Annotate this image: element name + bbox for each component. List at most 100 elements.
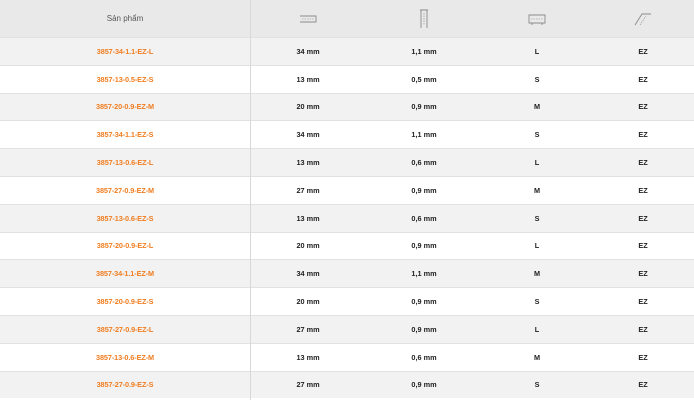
- product-link[interactable]: 3857-27-0.9-EZ-L: [97, 325, 154, 334]
- width-value-cell: 13 mm: [250, 66, 366, 93]
- width-value-cell: 34 mm: [250, 260, 366, 287]
- size-value: L: [534, 158, 540, 168]
- width-value: 20 mm: [296, 241, 320, 251]
- product-link[interactable]: 3857-13-0.6-EZ-S: [97, 214, 154, 223]
- product-link[interactable]: 3857-13-0.5-EZ-S: [97, 75, 154, 84]
- type-value-cell: EZ: [592, 66, 694, 93]
- staple-width-icon: [250, 0, 366, 37]
- product-link[interactable]: 3857-27-0.9-EZ-M: [96, 186, 154, 195]
- header-product: Sản phẩm: [0, 0, 250, 37]
- size-value: S: [534, 74, 540, 84]
- width-value: 34 mm: [296, 46, 320, 56]
- width-value-cell: 20 mm: [250, 233, 366, 260]
- width-value-cell: 27 mm: [250, 372, 366, 399]
- type-value-cell: EZ: [592, 260, 694, 287]
- thickness-value: 1,1 mm: [411, 46, 437, 56]
- width-value: 34 mm: [296, 130, 320, 140]
- thickness-value-cell: 0,9 mm: [366, 233, 482, 260]
- product-link[interactable]: 3857-27-0.9-EZ-S: [97, 380, 154, 389]
- width-value: 34 mm: [296, 269, 320, 279]
- table-row: 3857-13-0.6-EZ-M 13 mm 0,6 mm M EZ: [0, 342, 694, 371]
- thickness-value: 0,6 mm: [411, 158, 437, 168]
- thickness-value-cell: 0,9 mm: [366, 94, 482, 121]
- size-value: L: [534, 46, 540, 56]
- table-row: 3857-20-0.9-EZ-M 20 mm 0,9 mm M EZ: [0, 92, 694, 121]
- thickness-value-cell: 0,9 mm: [366, 316, 482, 343]
- size-value: S: [534, 130, 540, 140]
- width-value-cell: 13 mm: [250, 344, 366, 371]
- width-value-cell: 34 mm: [250, 38, 366, 65]
- thickness-value: 0,9 mm: [411, 324, 437, 334]
- width-value: 27 mm: [296, 185, 320, 195]
- product-link-cell: 3857-27-0.9-EZ-M: [0, 177, 250, 204]
- size-value-cell: M: [482, 260, 592, 287]
- size-value-cell: M: [482, 344, 592, 371]
- product-link-cell: 3857-13-0.6-EZ-M: [0, 344, 250, 371]
- product-link[interactable]: 3857-20-0.9-EZ-M: [96, 102, 154, 111]
- product-link[interactable]: 3857-34-1.1-EZ-L: [97, 47, 154, 56]
- header-product-label: Sản phẩm: [106, 14, 144, 23]
- table-row: 3857-13-0.6-EZ-S 13 mm 0,6 mm S EZ: [0, 203, 694, 232]
- size-value: M: [533, 102, 541, 112]
- size-value: S: [534, 213, 540, 223]
- size-value-cell: L: [482, 316, 592, 343]
- thickness-value: 0,9 mm: [411, 380, 437, 390]
- type-value-cell: EZ: [592, 344, 694, 371]
- product-link[interactable]: 3857-20-0.9-EZ-S: [97, 297, 154, 306]
- size-value: M: [533, 352, 541, 362]
- type-value-cell: EZ: [592, 149, 694, 176]
- width-value: 13 mm: [296, 352, 320, 362]
- product-link[interactable]: 3857-13-0.6-EZ-M: [96, 353, 154, 362]
- thickness-value-cell: 0,5 mm: [366, 66, 482, 93]
- width-value-cell: 20 mm: [250, 94, 366, 121]
- product-link[interactable]: 3857-20-0.9-EZ-L: [97, 241, 154, 250]
- thickness-value: 0,9 mm: [411, 185, 437, 195]
- product-link-cell: 3857-34-1.1-EZ-L: [0, 38, 250, 65]
- product-link[interactable]: 3857-34-1.1-EZ-S: [97, 130, 154, 139]
- width-value: 27 mm: [296, 324, 320, 334]
- thickness-value-cell: 0,9 mm: [366, 177, 482, 204]
- thickness-value: 0,9 mm: [411, 241, 437, 251]
- thickness-value-cell: 0,9 mm: [366, 288, 482, 315]
- thickness-value-cell: 0,6 mm: [366, 149, 482, 176]
- table-row: 3857-34-1.1-EZ-S 34 mm 1,1 mm S EZ: [0, 120, 694, 149]
- size-value: L: [534, 324, 540, 334]
- thickness-value: 1,1 mm: [411, 130, 437, 140]
- size-value: S: [534, 380, 540, 390]
- product-link-cell: 3857-34-1.1-EZ-M: [0, 260, 250, 287]
- product-link[interactable]: 3857-34-1.1-EZ-M: [96, 269, 154, 278]
- type-value: EZ: [638, 46, 648, 56]
- product-link-cell: 3857-27-0.9-EZ-L: [0, 316, 250, 343]
- width-value-cell: 20 mm: [250, 288, 366, 315]
- table-row: 3857-27-0.9-EZ-M 27 mm 0,9 mm M EZ: [0, 175, 694, 204]
- table-header: Sản phẩm: [0, 0, 694, 37]
- product-link-cell: 3857-34-1.1-EZ-S: [0, 121, 250, 148]
- width-value: 20 mm: [296, 102, 320, 112]
- product-link-cell: 3857-13-0.6-EZ-L: [0, 149, 250, 176]
- width-value: 13 mm: [296, 158, 320, 168]
- table-row: 3857-34-1.1-EZ-M 34 mm 1,1 mm M EZ: [0, 259, 694, 288]
- size-value-cell: S: [482, 372, 592, 399]
- type-value-cell: EZ: [592, 316, 694, 343]
- type-value: EZ: [638, 102, 648, 112]
- size-value-cell: L: [482, 233, 592, 260]
- product-link-cell: 3857-27-0.9-EZ-S: [0, 372, 250, 399]
- product-link-cell: 3857-20-0.9-EZ-S: [0, 288, 250, 315]
- thickness-value-cell: 1,1 mm: [366, 260, 482, 287]
- staple-type-icon: [592, 0, 694, 37]
- type-value-cell: EZ: [592, 372, 694, 399]
- thickness-value-cell: 0,6 mm: [366, 344, 482, 371]
- type-value-cell: EZ: [592, 233, 694, 260]
- table-row: 3857-20-0.9-EZ-L 20 mm 0,9 mm L EZ: [0, 231, 694, 260]
- type-value: EZ: [638, 380, 648, 390]
- table-row: 3857-20-0.9-EZ-S 20 mm 0,9 mm S EZ: [0, 287, 694, 315]
- width-value: 20 mm: [296, 297, 320, 307]
- product-link-cell: 3857-13-0.5-EZ-S: [0, 66, 250, 93]
- table-row: 3857-13-0.6-EZ-L 13 mm 0,6 mm L EZ: [0, 148, 694, 176]
- type-value: EZ: [638, 324, 648, 334]
- size-value-cell: L: [482, 149, 592, 176]
- product-link[interactable]: 3857-13-0.6-EZ-L: [97, 158, 154, 167]
- thickness-value: 0,9 mm: [411, 102, 437, 112]
- width-value-cell: 27 mm: [250, 177, 366, 204]
- type-value: EZ: [638, 213, 648, 223]
